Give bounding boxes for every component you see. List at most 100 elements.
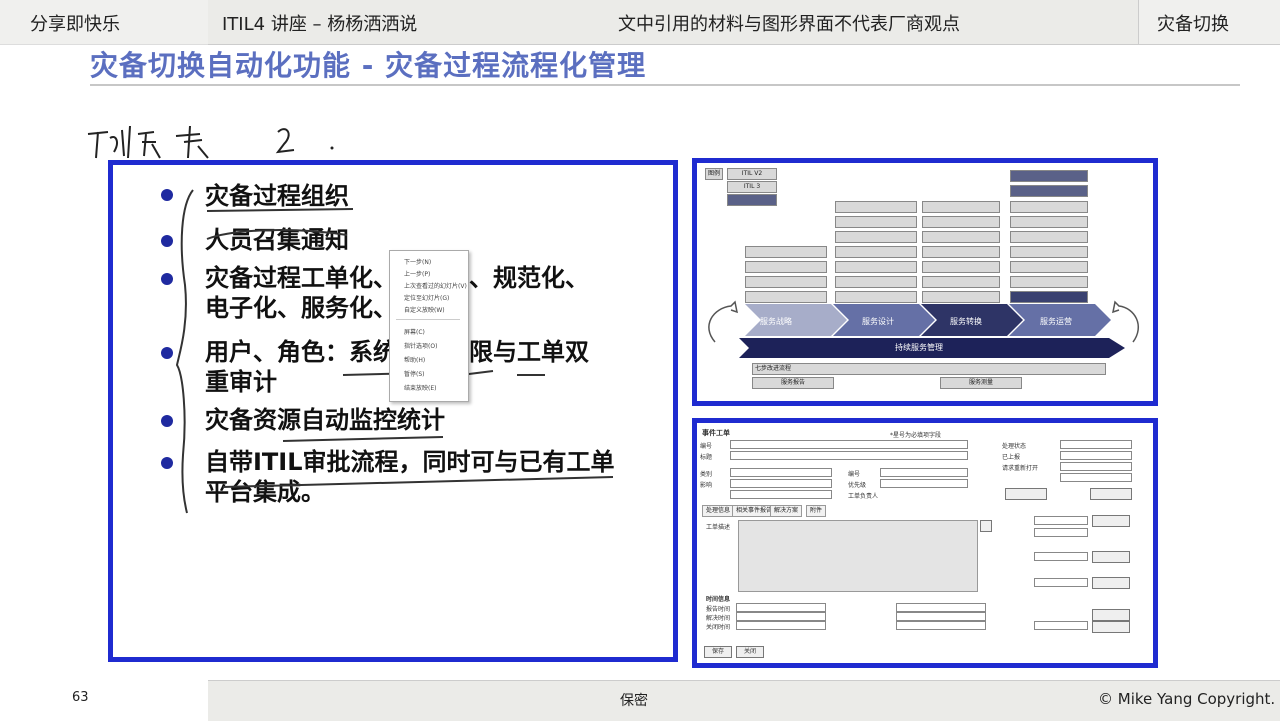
header-course-bar: ITIL4 讲座 – 杨杨洒洒说 文中引用的材料与图形界面不代表厂商观点 bbox=[208, 0, 1138, 45]
form-escalated-select[interactable] bbox=[1060, 451, 1132, 460]
process-box bbox=[1010, 185, 1088, 197]
form-priority-select[interactable] bbox=[880, 479, 968, 488]
process-box bbox=[1010, 261, 1088, 273]
tab-attachments[interactable]: 附件 bbox=[806, 505, 827, 517]
itil-v2-label: ITIL V2 bbox=[727, 168, 777, 180]
form-required-note: *星号为必填项字段 bbox=[890, 432, 942, 439]
process-box bbox=[922, 276, 1000, 288]
form-label-owner: 工单负责人 bbox=[848, 493, 879, 500]
header-course: ITIL4 讲座 – 杨杨洒洒说 bbox=[222, 14, 418, 35]
bullet-dot bbox=[161, 347, 173, 359]
process-box bbox=[922, 216, 1000, 228]
form-title-field[interactable] bbox=[730, 451, 968, 460]
stage-design: 服务设计 bbox=[862, 317, 894, 326]
process-box bbox=[1010, 246, 1088, 258]
close-button[interactable]: 关闭 bbox=[736, 646, 764, 658]
menu-item-custom-show[interactable]: 自定义放映(W) bbox=[404, 305, 445, 314]
form-side-button[interactable] bbox=[1090, 488, 1132, 500]
process-box bbox=[1010, 201, 1088, 213]
form-side-button[interactable] bbox=[1092, 609, 1130, 621]
form-field[interactable] bbox=[1034, 528, 1088, 537]
form-field[interactable] bbox=[1060, 473, 1132, 482]
form-id-field[interactable] bbox=[730, 440, 968, 449]
menu-item-pointer-options[interactable]: 指针选项(O) bbox=[404, 341, 437, 350]
form-report-time-field[interactable] bbox=[736, 603, 826, 612]
form-side-button[interactable] bbox=[1005, 488, 1047, 500]
process-box bbox=[835, 246, 917, 258]
page-number: 63 bbox=[72, 690, 89, 705]
form-label-impact: 影响 bbox=[700, 482, 713, 489]
form-side-button[interactable] bbox=[1092, 577, 1130, 589]
form-close-time-field[interactable] bbox=[736, 621, 826, 630]
save-button[interactable]: 保存 bbox=[704, 646, 732, 658]
form-label-id-2: 编号 bbox=[848, 471, 861, 478]
menu-item-pause[interactable]: 暂停(S) bbox=[404, 369, 425, 378]
header-disclaimer: 文中引用的材料与图形界面不代表厂商观点 bbox=[618, 14, 960, 35]
menu-item-screen[interactable]: 屏幕(C) bbox=[404, 327, 425, 336]
base-bar-label: 持续服务管理 bbox=[895, 343, 943, 352]
bullet-dot bbox=[161, 273, 173, 285]
process-box bbox=[922, 201, 1000, 213]
confidential-label: 保密 bbox=[620, 693, 648, 709]
form-label-report-time: 报告时间 bbox=[706, 606, 731, 613]
form-category-select[interactable] bbox=[730, 468, 832, 477]
bullet-dot bbox=[161, 415, 173, 427]
stage-transition: 服务转换 bbox=[950, 317, 982, 326]
form-field[interactable] bbox=[1034, 621, 1088, 630]
bullet-panel: 灾备过程组织 人员召集通知 灾备过程工单化、流程化、规范化、 电子化、服务化、自… bbox=[108, 160, 678, 662]
form-label-time-info: 时间信息 bbox=[706, 596, 731, 603]
form-label-resolve-time: 解决时间 bbox=[706, 615, 731, 622]
process-box bbox=[1010, 231, 1088, 243]
form-field[interactable] bbox=[1034, 516, 1088, 525]
process-box bbox=[835, 216, 917, 228]
form-field[interactable] bbox=[1034, 578, 1088, 587]
form-label-close-time: 关闭时间 bbox=[706, 624, 731, 631]
form-field[interactable] bbox=[730, 490, 832, 499]
process-box bbox=[922, 246, 1000, 258]
tab-solution[interactable]: 解决方案 bbox=[770, 505, 803, 517]
header-section: 灾备切换 bbox=[1157, 14, 1229, 35]
header-channel-box: 分享即快乐 bbox=[0, 0, 208, 45]
menu-item-previous[interactable]: 上一步(P) bbox=[404, 269, 430, 278]
header-channel: 分享即快乐 bbox=[30, 14, 120, 35]
menu-item-last-viewed[interactable]: 上次查看过的幻灯片(V) bbox=[404, 281, 467, 290]
menu-item-next[interactable]: 下一步(N) bbox=[404, 257, 431, 266]
improvement-bar: 七步改进流程 bbox=[752, 363, 1106, 375]
menu-item-goto-slide[interactable]: 定位至幻灯片(G) bbox=[404, 293, 449, 302]
service-measure-box: 服务测量 bbox=[940, 377, 1022, 389]
form-impact-select[interactable] bbox=[730, 479, 832, 488]
form-side-button[interactable] bbox=[1092, 621, 1130, 633]
form-label-escalated: 已上报 bbox=[1002, 454, 1021, 461]
form-status-select[interactable] bbox=[1060, 440, 1132, 449]
form-field[interactable] bbox=[1034, 552, 1088, 561]
form-label-status: 处理状态 bbox=[1002, 443, 1027, 450]
menu-item-end-show[interactable]: 结束放映(E) bbox=[404, 383, 436, 392]
form-side-button[interactable] bbox=[1092, 515, 1130, 527]
process-box bbox=[1010, 276, 1088, 288]
form-title: 事件工单 bbox=[702, 429, 730, 437]
bullet-dot bbox=[161, 235, 173, 247]
bullet-dot bbox=[161, 189, 173, 201]
form-label-title: 标题 bbox=[700, 454, 713, 461]
service-report-box: 服务报告 bbox=[752, 377, 834, 389]
form-label-reopen: 请求重新打开 bbox=[1002, 465, 1039, 472]
stage-strategy: 服务战略 bbox=[760, 317, 792, 326]
description-textarea[interactable] bbox=[738, 520, 978, 592]
form-field[interactable] bbox=[896, 612, 986, 621]
description-edit-button[interactable] bbox=[980, 520, 992, 532]
form-field[interactable] bbox=[896, 603, 986, 612]
context-menu: 下一步(N) 上一步(P) 上次查看过的幻灯片(V) 定位至幻灯片(G) 自定义… bbox=[389, 250, 469, 402]
form-side-button[interactable] bbox=[1092, 551, 1130, 563]
process-box bbox=[922, 231, 1000, 243]
legend-label: 图例 bbox=[705, 168, 723, 180]
form-reopen-select[interactable] bbox=[1060, 462, 1132, 471]
process-box bbox=[835, 261, 917, 273]
menu-item-help[interactable]: 帮助(H) bbox=[404, 355, 425, 364]
title-divider bbox=[90, 84, 1240, 86]
process-box bbox=[745, 246, 827, 258]
form-field[interactable] bbox=[896, 621, 986, 630]
stage-operation: 服务运营 bbox=[1040, 317, 1072, 326]
form-resolve-time-field[interactable] bbox=[736, 612, 826, 621]
tab-handling-info[interactable]: 处理信息 bbox=[702, 505, 735, 517]
form-field[interactable] bbox=[880, 468, 968, 477]
